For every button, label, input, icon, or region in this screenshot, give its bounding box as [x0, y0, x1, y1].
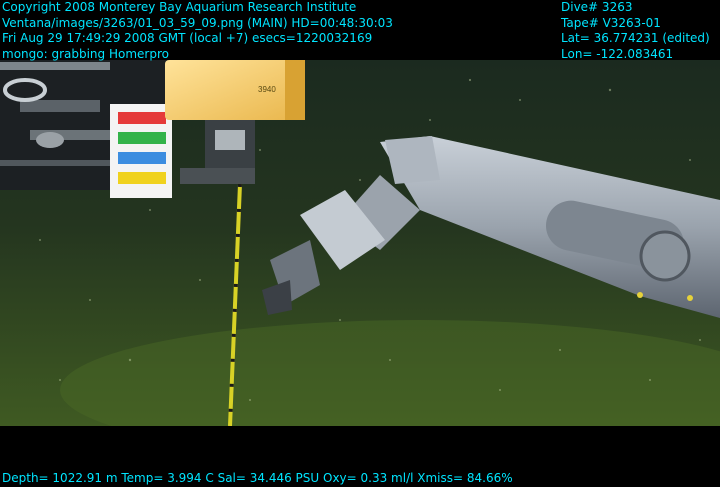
longitude-text: Lon= -122.083461 [561, 46, 674, 61]
tape-number-text: Tape# V3263-01 [561, 15, 661, 30]
top-left-info-overlay: Copyright 2008 Monterey Bay Aquarium Res… [2, 0, 393, 62]
underwater-scene: 3940 [0, 60, 720, 426]
yellow-float-box: 3940 [165, 60, 305, 120]
sensor-readout-overlay: Depth= 1022.91 m Temp= 3.994 C Sal= 34.4… [2, 471, 513, 487]
color-calibration-card [110, 104, 172, 198]
timestamp-text: Fri Aug 29 17:49:29 2008 GMT (local +7) … [2, 31, 373, 45]
copyright-text: Copyright 2008 Monterey Bay Aquarium Res… [2, 0, 357, 14]
video-frame: 3940 Copyright 2008 Monterey Bay Aquariu… [0, 0, 720, 486]
sensor-readout-text: Depth= 1022.91 m Temp= 3.994 C Sal= 34.4… [2, 471, 513, 485]
activity-text: mongo: grabbing Homerpro [2, 46, 169, 61]
dive-number-text: Dive# 3263 [561, 0, 633, 14]
top-right-info-overlay: Dive# 3263 Tape# V3263-01 Lat= 36.774231… [561, 0, 710, 62]
image-path-text: Ventana/images/3263/01_03_59_09.png (MAI… [2, 15, 393, 30]
latitude-text: Lat= 36.774231 (edited) [561, 31, 710, 45]
svg-text:3940: 3940 [258, 85, 276, 94]
